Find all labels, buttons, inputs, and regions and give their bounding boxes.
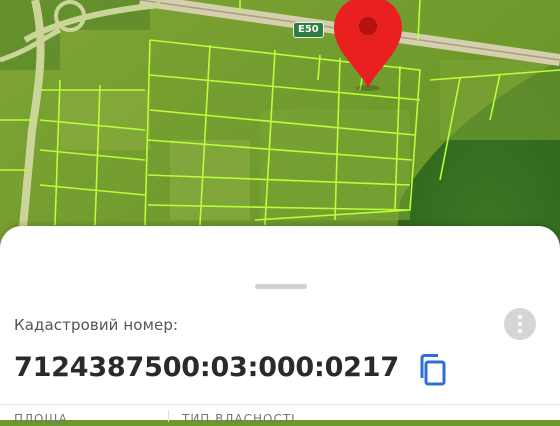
more-vert-icon-dot-3 xyxy=(518,329,522,333)
area-column-header: ПЛОЩА xyxy=(14,412,68,426)
ownership-type-column-header: ТИП ВЛАСНОСТІ xyxy=(182,412,296,426)
highway-badge: E50 xyxy=(293,22,324,38)
parcel-info-sheet[interactable]: Кадастровий номер: 7124387500:03:000:021… xyxy=(0,226,560,426)
more-options-button[interactable] xyxy=(504,308,536,340)
more-vert-icon xyxy=(518,315,522,319)
more-vert-icon-dot-2 xyxy=(518,322,522,326)
cadastral-number-value: 7124387500:03:000:0217 xyxy=(14,352,399,383)
location-pin-icon[interactable] xyxy=(330,0,406,92)
cadastral-number-label: Кадастровий номер: xyxy=(14,316,179,334)
column-separator xyxy=(168,410,169,422)
copy-icon[interactable] xyxy=(416,352,450,388)
drag-handle[interactable] xyxy=(255,284,307,289)
